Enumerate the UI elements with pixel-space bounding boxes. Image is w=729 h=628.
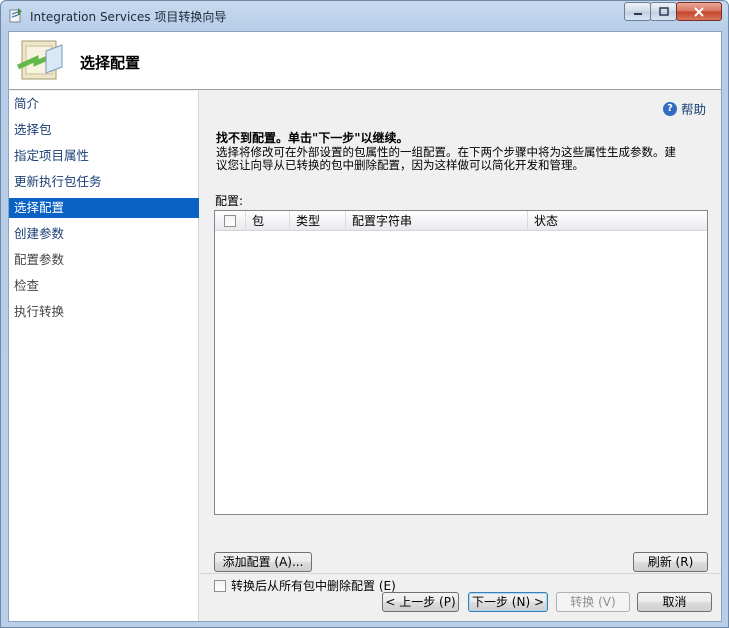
- cancel-button[interactable]: 取消: [637, 592, 712, 612]
- wizard-client-area: 选择配置 简介 选择包 指定项目属性 更新执行包任务 选择配置 创建参数 配置参…: [8, 31, 722, 622]
- window-title: Integration Services 项目转换向导: [30, 10, 227, 24]
- help-link[interactable]: ? 帮助: [662, 99, 706, 118]
- wizard-page-icon: [16, 40, 63, 80]
- configurations-label: 配置:: [215, 194, 244, 208]
- minimize-icon: [633, 12, 642, 15]
- title-bar[interactable]: Integration Services 项目转换向导: [1, 1, 728, 31]
- page-title: 选择配置: [80, 54, 141, 72]
- wizard-step-nav: 简介 选择包 指定项目属性 更新执行包任务 选择配置 创建参数 配置参数 检查 …: [9, 91, 199, 621]
- minimize-button[interactable]: [624, 2, 651, 21]
- nav-item-select-configurations[interactable]: 选择配置: [9, 198, 199, 218]
- page-content: ? 帮助 找不到配置。单击"下一步"以继续。 选择将修改可在外部设置的包属性的一…: [200, 91, 721, 593]
- column-header-type[interactable]: 类型: [290, 211, 346, 231]
- column-header-status[interactable]: 状态: [528, 211, 707, 231]
- nav-item-configure-parameters: 配置参数: [14, 252, 65, 267]
- add-configuration-button[interactable]: 添加配置 (A)...: [214, 552, 312, 572]
- close-icon: [694, 6, 704, 17]
- close-button[interactable]: [676, 2, 722, 21]
- refresh-button[interactable]: 刷新 (R): [633, 552, 708, 572]
- maximize-button[interactable]: [650, 2, 677, 21]
- nav-item-intro[interactable]: 简介: [9, 94, 199, 114]
- column-header-config-string[interactable]: 配置字符串: [346, 211, 528, 231]
- help-icon: ?: [662, 101, 677, 116]
- message-body-line-2: 议您让向导从已转换的包中删除配置，因为这样做可以简化开发和管理。: [216, 158, 584, 172]
- wizard-app-icon: [9, 8, 22, 23]
- select-all-checkbox[interactable]: [224, 215, 236, 227]
- column-header-package[interactable]: 包: [246, 211, 290, 231]
- maximize-icon: [658, 7, 669, 16]
- back-button[interactable]: < 上一步 (P): [382, 592, 459, 612]
- nav-item-review: 检查: [14, 278, 40, 293]
- next-button[interactable]: 下一步 (N) >: [468, 592, 548, 612]
- convert-button: 转换 (V): [556, 592, 630, 612]
- select-all-column[interactable]: [215, 211, 246, 231]
- page-header: 选择配置: [9, 32, 721, 90]
- list-header: 包 类型 配置字符串 状态: [215, 211, 707, 231]
- nav-item-project-properties[interactable]: 指定项目属性: [9, 146, 199, 166]
- wizard-footer: < 上一步 (P) 下一步 (N) > 转换 (V) 取消: [200, 574, 721, 621]
- message-body: 选择将修改可在外部设置的包属性的一组配置。在下两个步骤中将为这些属性生成参数。建…: [216, 146, 708, 172]
- configurations-list[interactable]: 包 类型 配置字符串 状态: [214, 210, 708, 515]
- wizard-window: Integration Services 项目转换向导 选择配置 简介 选择包 …: [0, 0, 729, 628]
- nav-item-select-packages[interactable]: 选择包: [9, 120, 199, 140]
- message-title: 找不到配置。单击"下一步"以继续。: [216, 131, 409, 145]
- nav-item-update-execute-package[interactable]: 更新执行包任务: [9, 172, 199, 192]
- nav-item-create-parameters[interactable]: 创建参数: [9, 224, 199, 244]
- help-label: 帮助: [680, 102, 706, 117]
- nav-item-perform-conversion: 执行转换: [14, 304, 65, 319]
